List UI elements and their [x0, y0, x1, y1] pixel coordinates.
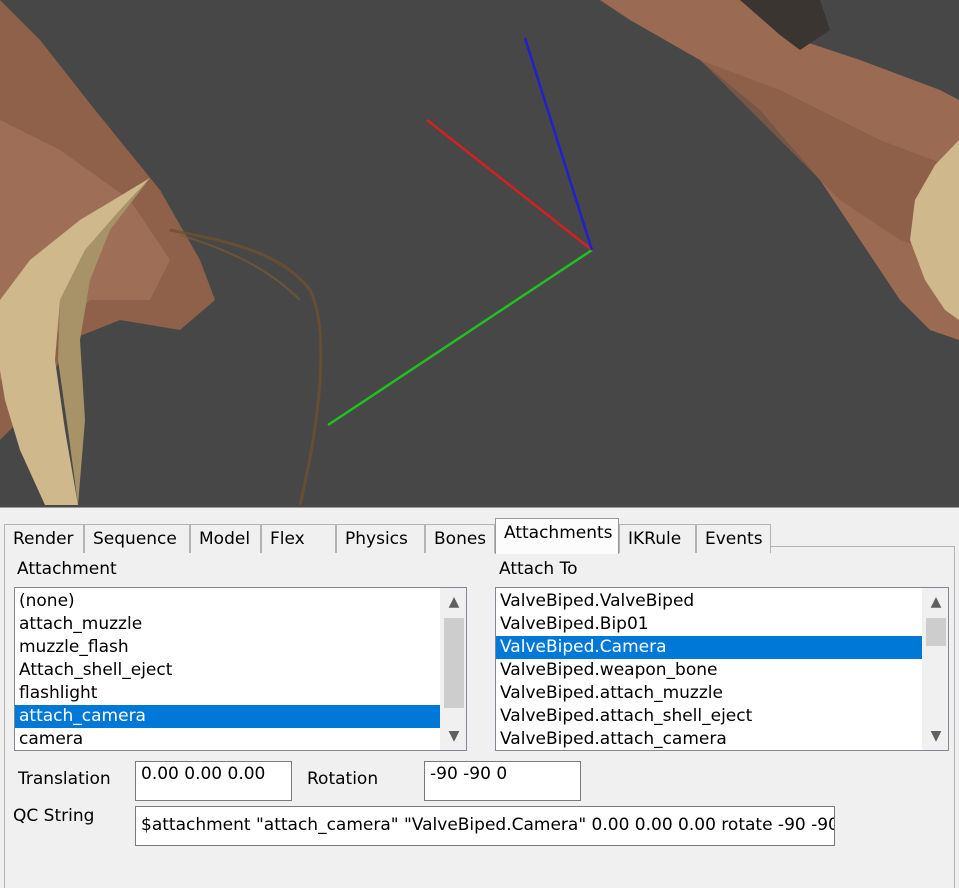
scroll-down-icon[interactable]: ▼ — [923, 724, 948, 748]
attachments-tab-content: Attachment (none) attach_muzzle muzzle_fla… — [4, 546, 955, 888]
list-item[interactable]: ValveBiped.Camera — [496, 636, 922, 659]
qc-string-label: QC String — [13, 806, 95, 826]
attach-to-scrollbar[interactable]: ▲ ▼ — [922, 588, 948, 750]
scroll-up-icon[interactable]: ▲ — [923, 590, 948, 614]
list-item[interactable]: ValveBiped.weapon_bone — [496, 659, 922, 682]
scroll-thumb[interactable] — [926, 618, 946, 646]
list-item[interactable]: ValveBiped.ValveBiped — [496, 590, 922, 613]
list-item[interactable]: camera — [15, 728, 440, 750]
list-item[interactable]: attach_muzzle — [15, 613, 440, 636]
qc-string-field[interactable]: $attachment "attach_camera" "ValveBiped.… — [135, 806, 835, 846]
axis-z-line — [523, 37, 594, 251]
tab-attachments[interactable]: Attachments — [495, 518, 619, 554]
scroll-up-icon[interactable]: ▲ — [441, 590, 466, 614]
attach-to-listbox[interactable]: ValveBiped.ValveBiped ValveBiped.Bip01 Val… — [495, 587, 949, 751]
attach-to-list-title: Attach To — [499, 559, 578, 579]
attachment-scrollbar[interactable]: ▲ ▼ — [440, 588, 466, 750]
list-item[interactable]: muzzle_flash — [15, 636, 440, 659]
translation-label: Translation — [18, 769, 111, 789]
tab-physics[interactable]: Physics — [336, 524, 425, 553]
list-item[interactable]: flashlight — [15, 682, 440, 705]
list-item[interactable]: ValveBiped.attach_shell_eject — [496, 705, 922, 728]
axis-y-line — [327, 248, 593, 427]
tab-sequence[interactable]: Sequence — [84, 524, 190, 553]
tab-events[interactable]: Events — [696, 524, 771, 553]
tab-bones[interactable]: Bones — [425, 524, 495, 553]
list-item[interactable]: ValveBiped.Bip01 — [496, 613, 922, 636]
list-item[interactable]: ValveBiped.attach_muzzle — [496, 682, 922, 705]
list-item[interactable]: ValveBiped.attach_camera — [496, 728, 922, 750]
rotation-label: Rotation — [307, 769, 379, 789]
axis-x-line — [426, 119, 593, 251]
scroll-thumb[interactable] — [444, 618, 464, 708]
tab-flex[interactable]: Flex — [261, 524, 336, 553]
list-item[interactable]: Attach_shell_eject — [15, 659, 440, 682]
model-viewport[interactable] — [0, 0, 959, 507]
translation-field[interactable]: 0.00 0.00 0.00 — [135, 761, 292, 801]
attachment-list-title: Attachment — [17, 559, 117, 579]
control-panel: Attachment (none) attach_muzzle muzzle_fla… — [0, 507, 959, 888]
tab-render[interactable]: Render — [4, 524, 84, 553]
tab-ikrule[interactable]: IKRule — [619, 524, 696, 553]
viewport-scene — [0, 0, 959, 506]
attachment-items: (none) attach_muzzle muzzle_flash Attach_sh… — [15, 590, 440, 750]
rotation-field[interactable]: -90 -90 0 — [424, 761, 581, 801]
tab-model[interactable]: Model — [190, 524, 261, 553]
list-item[interactable]: (none) — [15, 590, 440, 613]
attachment-listbox[interactable]: (none) attach_muzzle muzzle_flash Attach_sh… — [14, 587, 467, 751]
attach-to-items: ValveBiped.ValveBiped ValveBiped.Bip01 Val… — [496, 590, 922, 750]
list-item[interactable]: attach_camera — [15, 705, 440, 728]
scroll-down-icon[interactable]: ▼ — [441, 724, 466, 748]
